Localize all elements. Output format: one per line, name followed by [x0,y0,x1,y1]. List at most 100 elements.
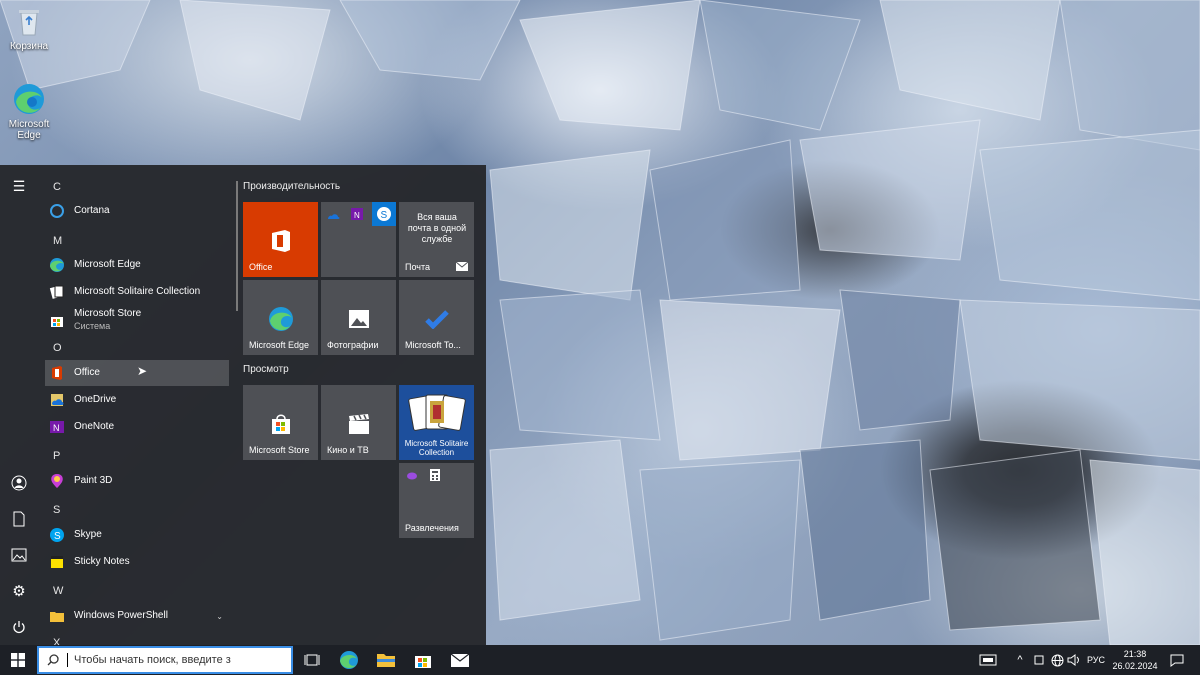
tile-label: Кино и ТВ [327,445,369,455]
power-icon [13,621,25,634]
task-view-button[interactable] [294,645,330,675]
taskbar: Чтобы начать поиск, введите з ^ РУС 21:3… [0,645,1200,675]
tile-label: Фотографии [327,340,379,350]
tile-microsoft-todo[interactable]: Microsoft To... [399,280,474,355]
edge-icon [12,82,46,116]
pictures-button[interactable] [0,537,38,573]
desktop-icon-label: Microsoft Edge [8,119,50,141]
tile-group-title[interactable]: Производительность [243,181,340,192]
desktop-icon-edge[interactable]: Microsoft Edge [0,82,59,141]
tile-microsoft-edge[interactable]: Microsoft Edge [243,280,318,355]
tile-office[interactable]: Office [243,202,318,277]
app-item-microsoft-edge[interactable]: Microsoft Edge [45,252,229,278]
desktop-icon-recycle-bin[interactable]: Корзина [0,4,59,52]
chevron-down-icon: ⌄ [216,611,223,621]
app-label: Paint 3D [74,475,113,486]
tile-photos[interactable]: Фотографии [321,280,396,355]
app-item-skype[interactable]: S Skype [45,522,229,548]
start-menu: ☰ ⚙ C Cortana M Microsoft Edge Microsoft… [0,165,486,645]
meet-now-icon [1034,655,1044,665]
search-box[interactable]: Чтобы начать поиск, введите з [37,646,293,674]
notification-icon [1170,654,1184,667]
tile-area: Производительность Office N S Вся ваша п… [243,165,486,645]
tile-label: Microsoft Store [249,445,310,455]
clock[interactable]: 21:38 26.02.2024 [1108,648,1162,672]
app-item-solitaire[interactable]: Microsoft Solitaire Collection [45,279,229,305]
app-item-onenote[interactable]: N OneNote [45,414,229,440]
taskbar-store-button[interactable] [405,645,441,675]
letter-header[interactable]: M [53,235,62,247]
start-button[interactable] [0,645,36,675]
action-center-button[interactable] [1166,645,1188,675]
chevron-up-icon: ^ [1017,654,1023,666]
letter-header[interactable]: W [53,585,63,597]
account-button[interactable] [0,465,38,501]
mail-icon [456,262,468,271]
tile-label: Почта [405,262,430,272]
app-list-scrollbar[interactable] [236,181,238,311]
taskbar-edge-button[interactable] [331,645,367,675]
search-input[interactable]: Чтобы начать поиск, введите з [74,654,231,666]
taskbar-mail-button[interactable] [442,645,478,675]
tile-office-apps-folder[interactable]: N S [321,202,396,277]
letter-header[interactable]: O [53,342,62,354]
tile-solitaire[interactable]: Microsoft Solitaire Collection [399,385,474,460]
language-indicator[interactable]: РУС [1084,645,1108,675]
app-item-microsoft-store[interactable]: Microsoft Store Система [45,306,229,334]
desktop-icon-label: Корзина [9,41,49,52]
svg-text:S: S [54,531,61,542]
app-label: Sticky Notes [74,556,130,567]
busy-cursor-icon: ➤ [137,364,148,378]
screen-indicator-button[interactable] [975,645,1001,675]
document-icon [13,511,25,527]
hamburger-icon: ☰ [12,177,26,194]
letter-header[interactable]: S [53,504,60,516]
show-hidden-icons-button[interactable]: ^ [1012,645,1028,675]
sticky-note-icon [48,553,66,571]
settings-button[interactable]: ⚙ [0,573,38,609]
app-item-cortana[interactable]: Cortana [45,198,229,224]
folder-icon [48,607,66,625]
app-label: Microsoft Store [74,308,142,319]
photos-icon [346,306,372,332]
speaker-icon [1067,654,1079,666]
power-button[interactable] [0,609,38,645]
network-button[interactable] [1048,645,1066,675]
tile-entertainment-folder[interactable]: Развлечения [399,463,474,538]
tile-label: Развлечения [405,523,459,533]
app-list: C Cortana M Microsoft Edge Microsoft Sol… [38,165,236,645]
letter-header[interactable]: P [53,450,60,462]
tile-mail[interactable]: Вся ваша почта в одной службе Почта [399,202,474,277]
playing-cards-icon [408,394,466,431]
tile-label: Microsoft Edge [249,340,310,350]
letter-header[interactable]: X [53,637,60,645]
app-label: OneDrive [74,394,117,405]
svg-text:N: N [354,211,360,220]
meet-now-button[interactable] [1032,645,1046,675]
tile-microsoft-store[interactable]: Microsoft Store [243,385,318,460]
app-item-onedrive[interactable]: OneDrive [45,387,229,413]
app-item-windows-powershell[interactable]: Windows PowerShell ⌄ [45,603,229,629]
clock-date: 26.02.2024 [1112,661,1158,671]
app-label: Cortana [74,205,110,216]
office-icon [268,228,294,254]
recycle-bin-icon [12,4,46,38]
letter-header[interactable]: C [53,181,61,193]
documents-button[interactable] [0,501,38,537]
app-item-sticky-notes[interactable]: Sticky Notes [45,549,229,575]
taskbar-file-explorer-button[interactable] [368,645,404,675]
volume-button[interactable] [1066,645,1082,675]
tile-movies-tv[interactable]: Кино и ТВ [321,385,396,460]
mail-icon [451,653,469,667]
tile-group-title[interactable]: Просмотр [243,364,289,375]
picture-icon [11,548,27,562]
tile-mail-text: Вся ваша почта в одной службе [407,212,467,244]
svg-text:S: S [381,210,388,221]
app-label: Skype [74,529,102,540]
hamburger-menu-button[interactable]: ☰ [0,168,38,204]
globe-icon [1051,654,1063,666]
screen-icon [979,654,997,666]
app-item-paint-3d[interactable]: Paint 3D [45,468,229,494]
onedrive-icon [328,214,340,219]
app-item-office[interactable]: Office ➤ [45,360,229,386]
